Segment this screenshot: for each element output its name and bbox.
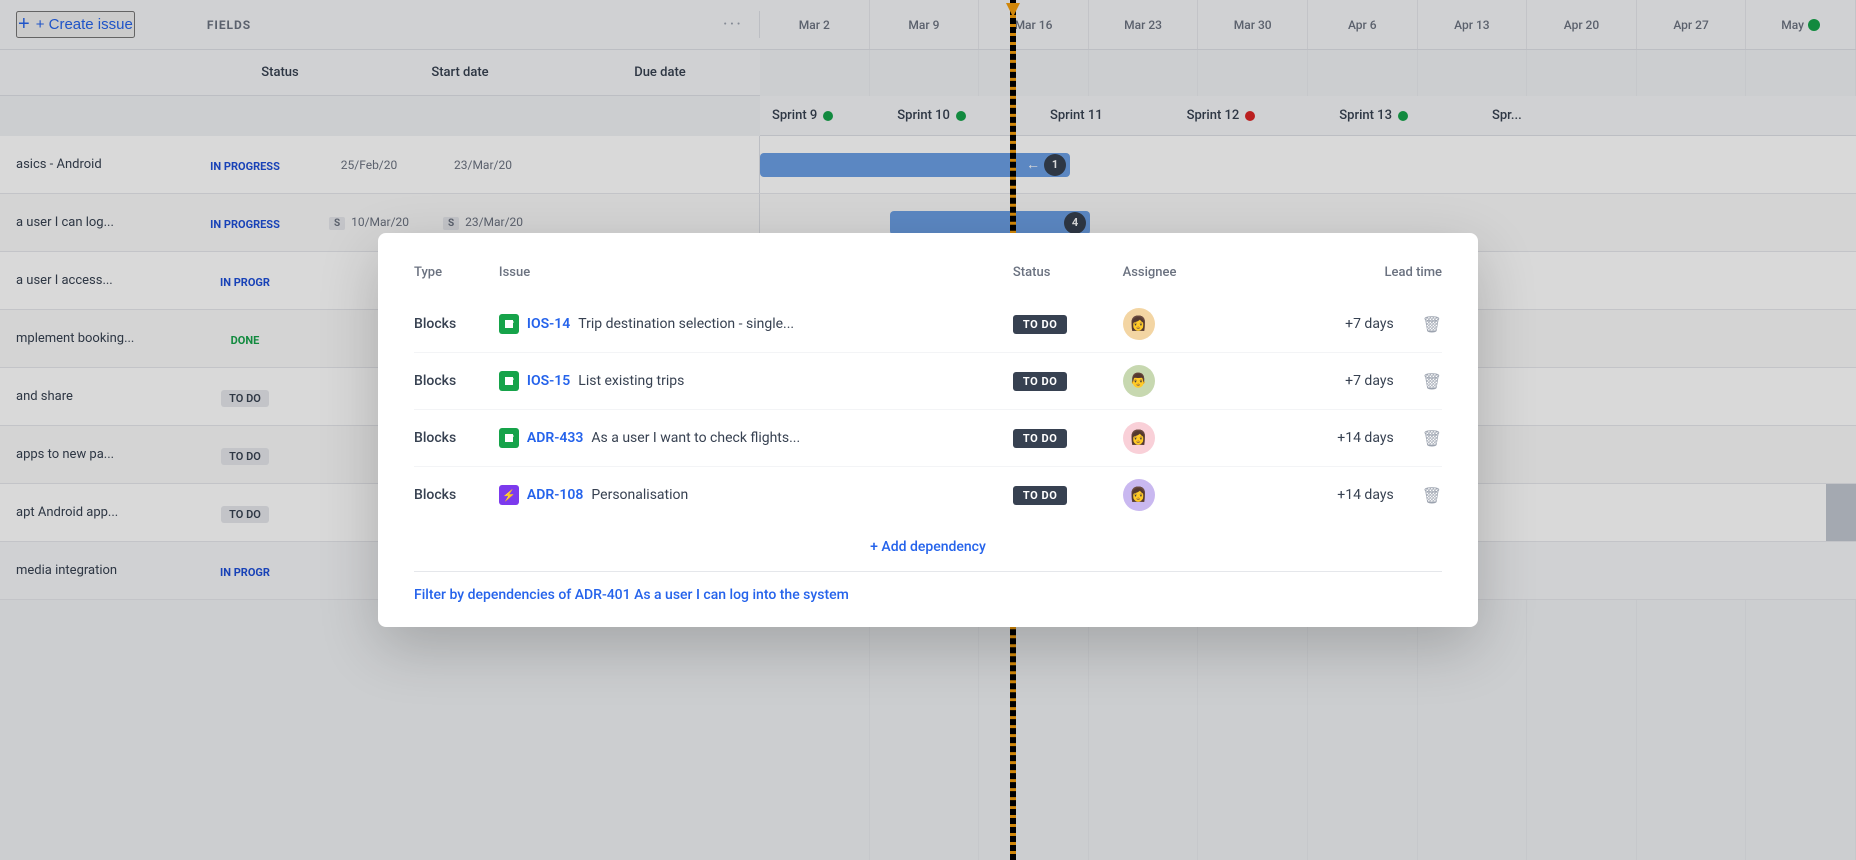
modal-assignee-3: 👩 — [1123, 410, 1231, 467]
modal-leadtime-1: +7 days 🗑 — [1231, 296, 1442, 353]
status-badge-modal-2: TO DO — [1013, 372, 1067, 391]
col-assignee-header: Assignee — [1123, 265, 1231, 296]
modal-issue-1: IOS-14 Trip destination selection - sing… — [499, 296, 1013, 353]
modal-type-1: Blocks — [414, 296, 499, 353]
issue-title-3: As a user I want to check flights... — [591, 430, 800, 446]
modal-issue-4: ⚡ ADR-108 Personalisation — [499, 467, 1013, 524]
modal-footer: Filter by dependencies of ADR-401 As a u… — [414, 571, 1442, 603]
issue-cell-1: IOS-14 Trip destination selection - sing… — [499, 314, 1013, 334]
issue-id-2: IOS-15 — [527, 373, 570, 389]
modal-assignee-4: 👩 — [1123, 467, 1231, 524]
list-item: Blocks IOS-14 Trip destination selection… — [414, 296, 1442, 353]
list-item: Blocks ADR-433 As a user I want to check… — [414, 410, 1442, 467]
delete-icon-3[interactable]: 🗑 — [1422, 429, 1442, 448]
modal-type-2: Blocks — [414, 353, 499, 410]
issue-title-4: Personalisation — [591, 487, 688, 503]
issue-icon-4: ⚡ — [499, 485, 519, 505]
modal-issue-2: IOS-15 List existing trips — [499, 353, 1013, 410]
delete-icon-4[interactable]: 🗑 — [1422, 486, 1442, 505]
modal-status-3: TO DO — [1013, 410, 1123, 467]
col-leadtime-header: Lead time — [1231, 265, 1442, 296]
issue-icon-3 — [499, 428, 519, 448]
issue-id-4: ADR-108 — [527, 487, 584, 503]
modal-leadtime-2: +7 days 🗑 — [1231, 353, 1442, 410]
filter-dependencies-link[interactable]: Filter by dependencies of ADR-401 As a u… — [414, 587, 849, 603]
dependency-modal: Type Issue Status Assignee Lead time Blo… — [378, 233, 1478, 627]
modal-status-2: TO DO — [1013, 353, 1123, 410]
modal-leadtime-4: +14 days 🗑 — [1231, 467, 1442, 524]
issue-title-2: List existing trips — [578, 373, 684, 389]
avatar-1: 👩 — [1123, 308, 1155, 340]
modal-status-1: TO DO — [1013, 296, 1123, 353]
issue-title-1: Trip destination selection - single... — [578, 316, 794, 332]
issue-id-3: ADR-433 — [527, 430, 584, 446]
modal-type-4: Blocks — [414, 467, 499, 524]
col-type-header: Type — [414, 265, 499, 296]
list-item: Blocks ⚡ ADR-108 Personalisation TO DO 👩 — [414, 467, 1442, 524]
modal-assignee-1: 👩 — [1123, 296, 1231, 353]
modal-issue-3: ADR-433 As a user I want to check flight… — [499, 410, 1013, 467]
issue-icon-2 — [499, 371, 519, 391]
modal-leadtime-3: +14 days 🗑 — [1231, 410, 1442, 467]
status-badge-modal-4: TO DO — [1013, 486, 1067, 505]
issue-id-1: IOS-14 — [527, 316, 570, 332]
lead-time-cell-4: +14 days 🗑 — [1231, 486, 1442, 505]
modal-status-4: TO DO — [1013, 467, 1123, 524]
modal-assignee-2: 👨 — [1123, 353, 1231, 410]
add-dependency-button[interactable]: + Add dependency — [414, 539, 1442, 555]
status-badge-modal-1: TO DO — [1013, 315, 1067, 334]
modal-type-3: Blocks — [414, 410, 499, 467]
lead-time-cell-1: +7 days 🗑 — [1231, 315, 1442, 334]
avatar-2: 👨 — [1123, 365, 1155, 397]
status-badge-modal-3: TO DO — [1013, 429, 1067, 448]
col-issue-header: Issue — [499, 265, 1013, 296]
issue-icon-1 — [499, 314, 519, 334]
dependency-table: Type Issue Status Assignee Lead time Blo… — [414, 265, 1442, 523]
issue-cell-3: ADR-433 As a user I want to check flight… — [499, 428, 1013, 448]
delete-icon-1[interactable]: 🗑 — [1422, 315, 1442, 334]
avatar-4: 👩 — [1123, 479, 1155, 511]
list-item: Blocks IOS-15 List existing trips TO DO — [414, 353, 1442, 410]
avatar-3: 👩 — [1123, 422, 1155, 454]
issue-cell-2: IOS-15 List existing trips — [499, 371, 1013, 391]
lead-time-cell-2: +7 days 🗑 — [1231, 372, 1442, 391]
lead-time-cell-3: +14 days 🗑 — [1231, 429, 1442, 448]
issue-cell-4: ⚡ ADR-108 Personalisation — [499, 485, 1013, 505]
col-status-header: Status — [1013, 265, 1123, 296]
delete-icon-2[interactable]: 🗑 — [1422, 372, 1442, 391]
modal-overlay[interactable]: Type Issue Status Assignee Lead time Blo… — [0, 0, 1856, 860]
